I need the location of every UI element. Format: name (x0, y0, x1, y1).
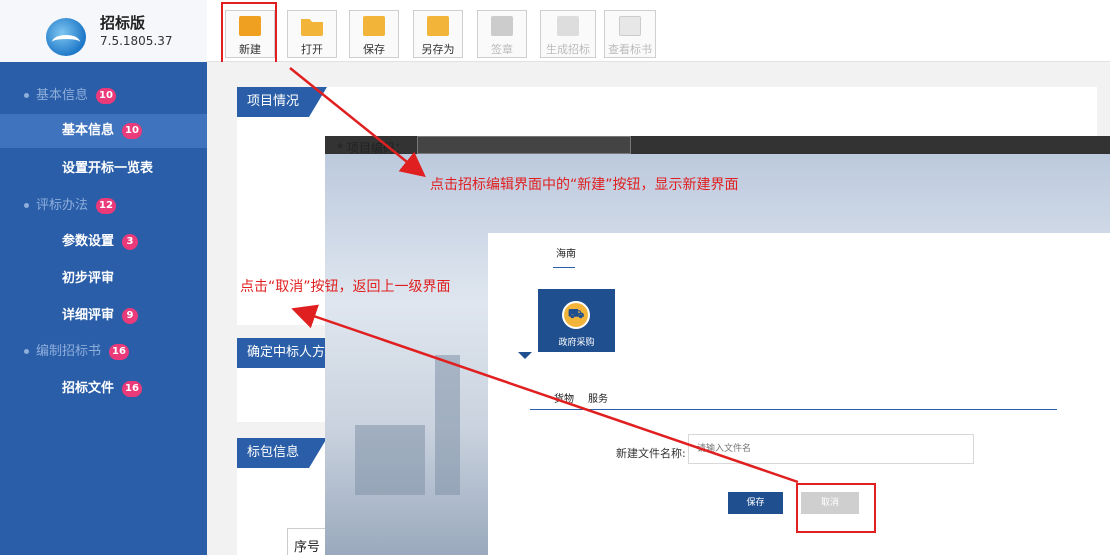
sidebar-item-label: 详细评审 (62, 308, 115, 323)
sidebar-item-label: 设置开标一览表 (62, 161, 154, 176)
tab-underline (553, 267, 575, 268)
app-logo-icon (46, 18, 86, 56)
bullet-icon (24, 349, 29, 354)
dialog-header-bar: * 项目编码： (325, 136, 1110, 155)
sidebar-item-prelim[interactable]: 初步评审 (0, 262, 207, 296)
count-badge: 10 (96, 87, 116, 104)
tab-package[interactable]: 标包信息 (237, 438, 328, 468)
project-code-label: * 项目编码： (337, 141, 407, 155)
project-code-input[interactable] (417, 136, 631, 154)
save-as-button[interactable]: 另存为 (413, 10, 463, 58)
app-version: 7.5.1805.37 (100, 34, 173, 48)
shopping-cart-icon: ⛟ (562, 301, 590, 329)
count-badge: 16 (109, 343, 129, 360)
sidebar-item-params[interactable]: 参数设置 3 (0, 225, 207, 259)
sidebar-group-evaluation[interactable]: 评标办法 12 (0, 189, 207, 223)
new-button-highlight (221, 2, 277, 68)
new-file-dialog: * 项目编码： 海南 ⛟ 政府采购 货物 服务 新建文件名称: 保存 取消 (325, 136, 1110, 555)
sidebar-item-basic-info[interactable]: 基本信息 10 (0, 114, 207, 148)
sign-button-label: 签章 (491, 43, 513, 56)
sidebar-item-bid-file[interactable]: 招标文件 16 (0, 372, 207, 406)
sidebar-group-basic[interactable]: 基本信息 10 (0, 79, 207, 113)
open-button-label: 打开 (301, 43, 323, 56)
tab-goods[interactable]: 货物 (554, 390, 574, 405)
logo-area: 招标版 7.5.1805.37 (0, 0, 207, 62)
city-skyline-image (435, 355, 460, 495)
sign-button[interactable]: 签章 (477, 10, 527, 58)
bullet-icon (24, 203, 29, 208)
bullet-icon (24, 93, 29, 98)
generate-bid-button[interactable]: 生成招标书 (540, 10, 596, 75)
annotation-new: 点击招标编辑界面中的“新建”按钮，显示新建界面 (430, 177, 739, 193)
count-badge: 3 (122, 233, 139, 250)
city-skyline-image (355, 425, 425, 495)
sidebar-item-label: 初步评审 (62, 271, 115, 286)
folder-icon (301, 19, 323, 36)
save-as-button-label: 另存为 (421, 43, 455, 56)
tab-services[interactable]: 服务 (588, 390, 608, 405)
dialog-save-button[interactable]: 保存 (728, 492, 783, 514)
open-button[interactable]: 打开 (287, 10, 337, 58)
top-toolbar: 招标版 7.5.1805.37 新建 打开 保存 另存为 签章 生成招标书 查看… (0, 0, 1110, 75)
tab-project[interactable]: 项目情况 (237, 87, 328, 117)
sidebar-group-compile[interactable]: 编制招标书 16 (0, 335, 207, 369)
count-badge: 9 (122, 307, 139, 324)
sidebar-item-label: 招标文件 (62, 381, 115, 396)
sub-tab-divider (530, 409, 1057, 410)
count-badge: 12 (96, 197, 116, 214)
count-badge: 16 (122, 380, 142, 397)
save-button[interactable]: 保存 (349, 10, 399, 58)
cancel-button-highlight (796, 483, 876, 533)
count-badge: 10 (122, 122, 142, 139)
sidebar-item-label: 基本信息 (62, 123, 115, 138)
save-as-icon (427, 16, 449, 36)
tile-label: 政府采购 (558, 338, 595, 348)
sidebar-group-label: 编制招标书 (36, 344, 102, 359)
tile-pointer (518, 352, 532, 359)
sidebar: 基本信息 10 基本信息 10 设置开标一览表 评标办法 12 参数设置 3 初步评审 … (0, 62, 207, 555)
save-button-label: 保存 (363, 43, 385, 56)
category-tile-gov-procurement[interactable]: ⛟ 政府采购 (538, 289, 615, 352)
filename-input[interactable] (688, 434, 974, 464)
view-bid-button[interactable]: 查看标书 (604, 10, 656, 58)
view-document-icon (619, 16, 641, 36)
table-header-seq: 序号 (287, 528, 327, 555)
app-title: 招标版 (100, 14, 146, 32)
document-icon (557, 16, 579, 36)
save-icon (363, 16, 385, 36)
sidebar-group-label: 基本信息 (36, 88, 89, 103)
view-bid-label: 查看标书 (608, 43, 652, 56)
sidebar-item-label: 参数设置 (62, 234, 115, 249)
sidebar-group-label: 评标办法 (36, 198, 89, 213)
stamp-icon (491, 16, 513, 36)
filename-label: 新建文件名称: (616, 447, 686, 460)
sidebar-item-detail[interactable]: 详细评审 9 (0, 299, 207, 333)
annotation-cancel: 点击“取消”按钮，返回上一级界面 (240, 279, 451, 295)
tab-region[interactable]: 海南 (556, 245, 576, 260)
sidebar-item-opening-table[interactable]: 设置开标一览表 (0, 152, 207, 186)
